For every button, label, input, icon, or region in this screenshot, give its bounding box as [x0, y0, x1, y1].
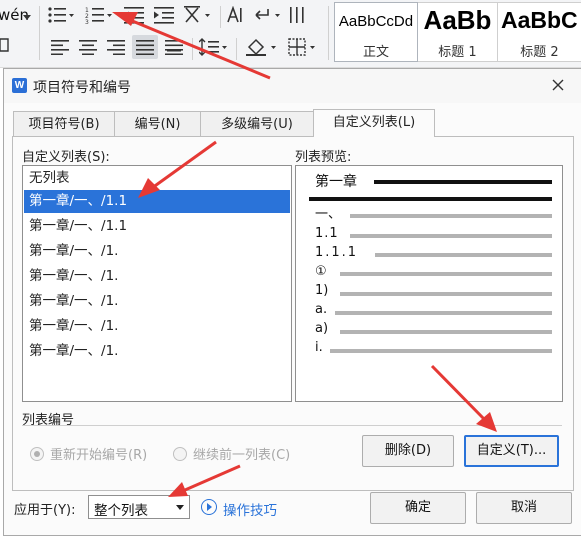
preview-level-5: ① — [315, 264, 327, 279]
borders-icon[interactable] — [286, 36, 320, 58]
list-item[interactable]: 第一章/一、/1. — [24, 290, 290, 313]
font-dropdown-arrow[interactable] — [22, 6, 32, 28]
dialog-title: 项目符号和编号 — [33, 80, 131, 96]
ribbon-toolbar: wén 1 2 3 AaBbCcDd 正文 AaBb 标题 1 AaBbC 标题… — [0, 0, 581, 68]
play-tips-icon[interactable] — [201, 499, 217, 515]
preview-level-7: a. — [315, 302, 328, 317]
tips-link[interactable]: 操作技巧 — [223, 499, 277, 519]
line-spacing-icon[interactable] — [198, 36, 230, 58]
preview-level-6: 1) — [315, 283, 329, 298]
style-name: 标题 2 — [520, 45, 559, 60]
bullet-list-icon[interactable] — [46, 4, 76, 26]
align-left-icon[interactable] — [48, 36, 72, 58]
wps-app-icon: W — [12, 78, 27, 93]
tab-multilevel[interactable]: 多级编号(U) — [200, 111, 314, 137]
list-item[interactable]: 第一章/一、/1. — [24, 265, 290, 288]
list-item-selected[interactable]: 第一章/一、/1.1 — [24, 190, 290, 213]
list-item[interactable]: 第一章/一、/1. — [24, 340, 290, 363]
bullets-numbering-dialog: W 项目符号和编号 项目符号(B) 编号(N) 多级编号(U) 自定义列表(L)… — [3, 68, 581, 536]
list-item[interactable]: 第一章/一、/1. — [24, 315, 290, 338]
preview-level-9: i. — [315, 340, 323, 355]
radio-dot — [30, 446, 44, 461]
tab-bullets[interactable]: 项目符号(B) — [13, 111, 115, 137]
justify-icon[interactable] — [132, 35, 158, 59]
table-lines-icon[interactable] — [288, 4, 306, 26]
ok-button[interactable]: 确定 — [370, 492, 466, 524]
radio-restart-numbering: 重新开始编号(R) — [30, 444, 147, 463]
svg-text:3: 3 — [85, 19, 89, 24]
radio-restart-label: 重新开始编号(R) — [50, 448, 148, 463]
delete-button[interactable]: 删除(D) — [362, 435, 454, 467]
style-sample: AaBbCcDd — [338, 13, 414, 30]
style-sample: AaBb — [423, 5, 492, 35]
preview-level-3: 1.1 — [315, 226, 339, 241]
tab-numbering[interactable]: 编号(N) — [114, 111, 201, 137]
list-item[interactable]: 第一章/一、/1.1 — [24, 215, 290, 238]
style-normal[interactable]: AaBbCcDd 正文 — [334, 2, 418, 62]
radio-continue-list: 继续前一列表(C) — [173, 444, 290, 463]
shading-icon[interactable] — [244, 36, 280, 58]
list-item[interactable]: 第一章/一、/1. — [24, 240, 290, 263]
chevron-down-icon — [176, 505, 184, 510]
numbered-list-icon[interactable]: 1 2 3 — [84, 4, 114, 26]
preview-level-2: 一、 — [315, 207, 342, 222]
apply-to-select[interactable]: 整个列表 — [88, 495, 190, 519]
preview-label: 列表预览: — [295, 150, 352, 165]
style-name: 标题 1 — [438, 45, 477, 60]
preview-level-8: a) — [315, 321, 329, 336]
customize-button[interactable]: 自定义(T)... — [464, 435, 559, 467]
custom-list-box[interactable]: 无列表 第一章/一、/1.1 第一章/一、/1.1 第一章/一、/1. 第一章/… — [22, 165, 292, 402]
text-direction-icon[interactable] — [224, 4, 246, 26]
radio-dot — [173, 446, 187, 461]
apply-to-value: 整个列表 — [94, 503, 148, 519]
list-item[interactable]: 无列表 — [24, 167, 290, 190]
dialog-titlebar: W 项目符号和编号 — [4, 69, 581, 103]
align-right-icon[interactable] — [104, 36, 128, 58]
preview-level-1: 第一章 — [315, 174, 357, 190]
distributed-align-icon[interactable] — [162, 36, 186, 58]
tab-custom-list[interactable]: 自定义列表(L) — [313, 109, 435, 137]
close-icon — [552, 79, 564, 91]
align-center-icon[interactable] — [76, 36, 100, 58]
decrease-indent-icon[interactable] — [122, 4, 146, 26]
cancel-button[interactable]: 取消 — [476, 492, 572, 524]
custom-list-label: 自定义列表(S): — [22, 150, 110, 165]
clear-format-icon[interactable] — [0, 34, 12, 56]
apply-to-label: 应用于(Y): — [14, 503, 76, 518]
chinese-layout-icon[interactable] — [182, 4, 216, 26]
list-preview: 第一章 一、 1.1 1.1.1 ① 1) a. a) i. — [295, 165, 563, 402]
style-sample: AaBbC — [501, 7, 578, 33]
line-break-icon[interactable] — [252, 4, 286, 26]
style-name: 正文 — [362, 45, 389, 60]
close-button[interactable] — [544, 73, 572, 97]
radio-continue-label: 继续前一列表(C) — [193, 448, 291, 463]
style-heading-2[interactable]: AaBbC 标题 2 — [498, 2, 581, 62]
preview-level-4: 1.1.1 — [315, 245, 359, 260]
increase-indent-icon[interactable] — [152, 4, 176, 26]
style-heading-1[interactable]: AaBb 标题 1 — [418, 2, 498, 62]
